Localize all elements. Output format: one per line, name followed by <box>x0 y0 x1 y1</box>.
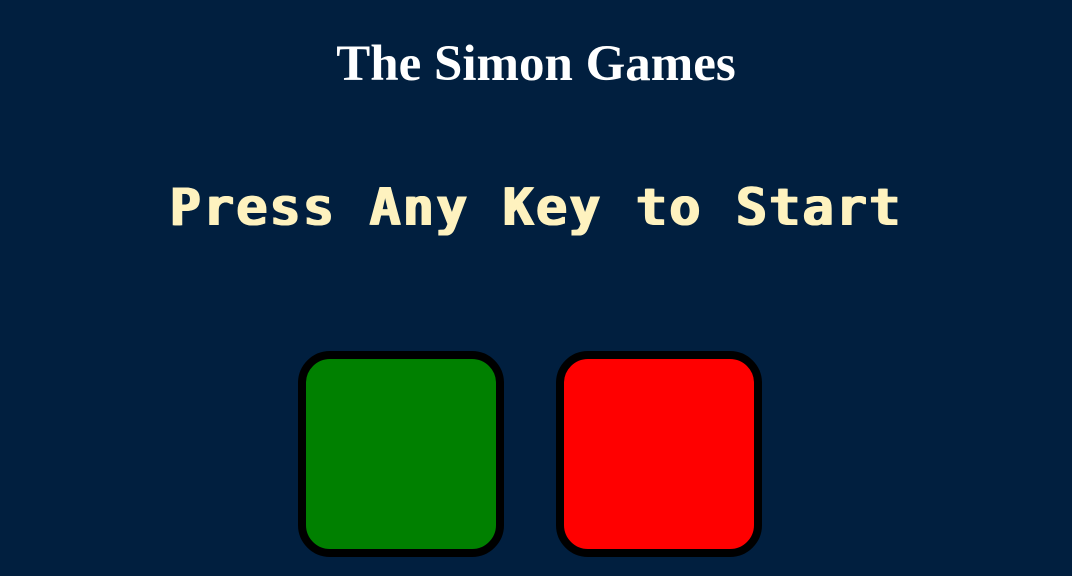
green-button[interactable] <box>298 351 504 557</box>
red-button[interactable] <box>556 351 762 557</box>
level-title: Press Any Key to Start <box>169 178 903 238</box>
page-title: The Simon Games <box>336 36 736 92</box>
game-board <box>298 351 762 576</box>
